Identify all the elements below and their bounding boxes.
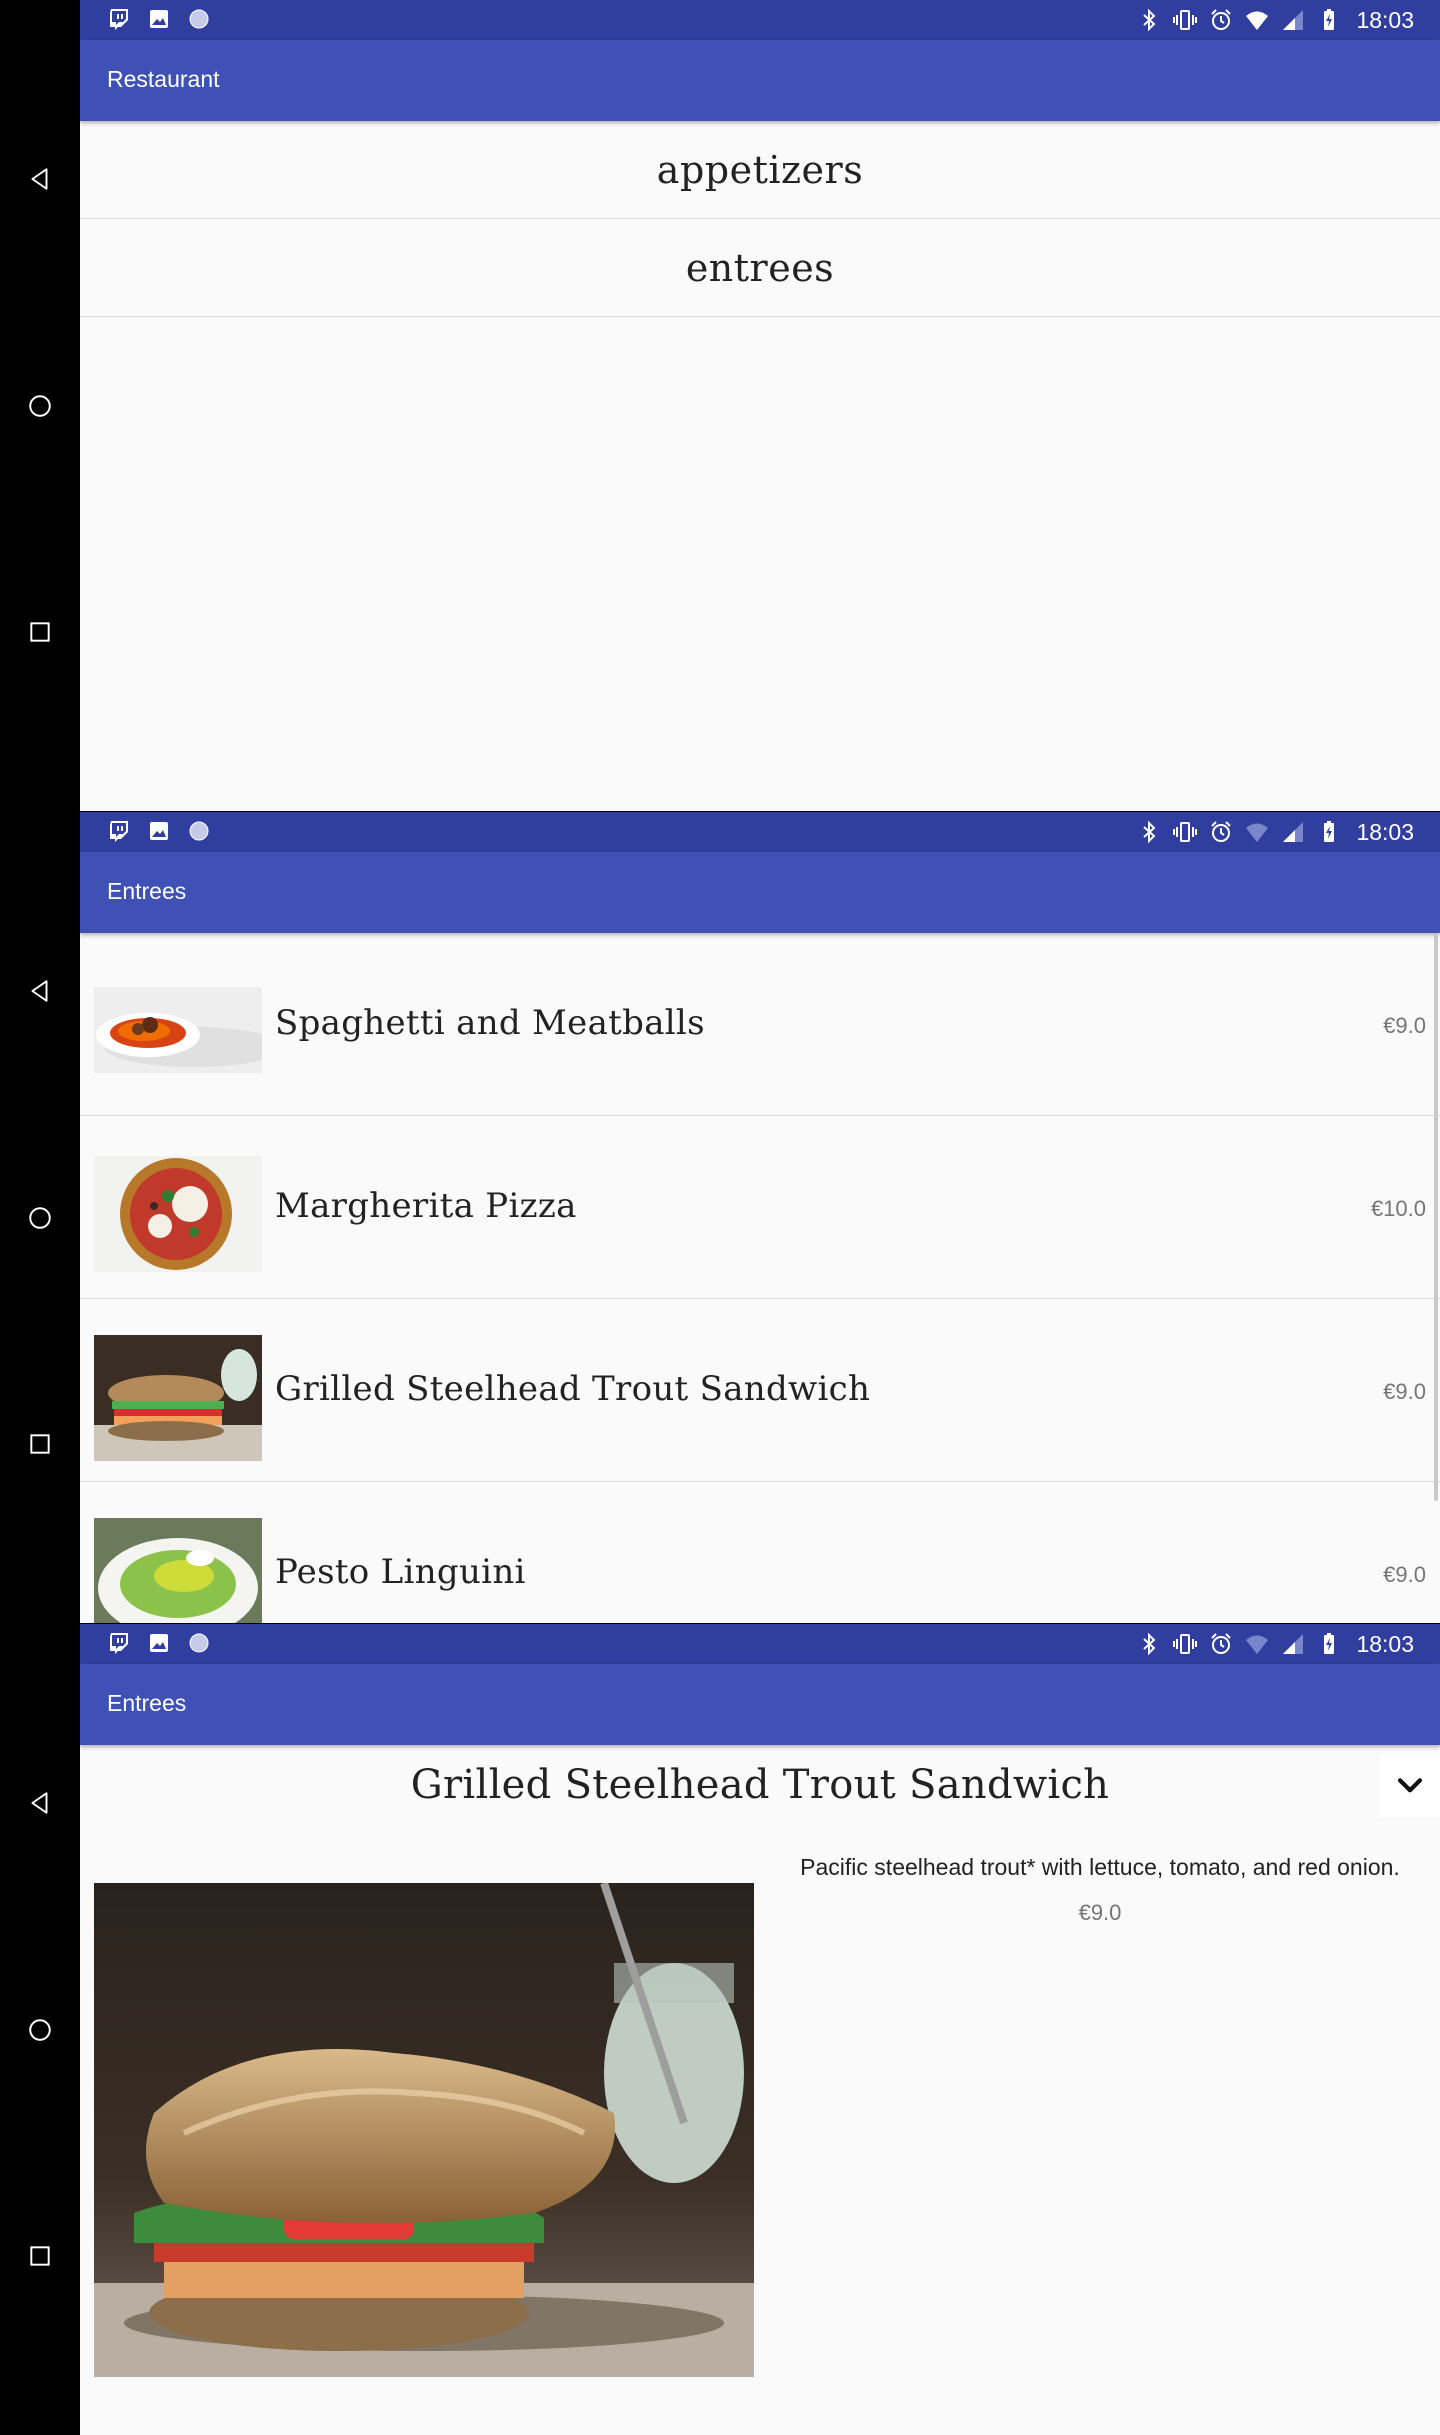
vibrate-icon — [1172, 819, 1198, 845]
menu-item-trout-sandwich[interactable]: Grilled Steelhead Trout Sandwich €9.0 — [80, 1299, 1440, 1482]
back-icon[interactable] — [24, 163, 56, 195]
twitch-icon — [106, 6, 132, 32]
screen-entrees-list: 18:03 Entrees Spaghetti and Meatballs €9… — [0, 812, 1440, 1623]
menu-item-price: €9.0 — [1383, 1013, 1426, 1038]
signal-icon — [1280, 1631, 1306, 1657]
circle-notification-icon — [186, 6, 212, 32]
back-icon[interactable] — [24, 1787, 56, 1819]
signal-icon — [1280, 819, 1306, 845]
app-toolbar: Restaurant — [80, 40, 1440, 121]
twitch-icon — [106, 818, 132, 844]
navigation-bar — [0, 1624, 80, 2435]
wifi-icon — [1244, 1631, 1270, 1657]
menu-item-name: Pesto Linguini — [275, 1552, 526, 1592]
home-icon[interactable] — [24, 1202, 56, 1234]
category-item-entrees[interactable]: entrees — [80, 219, 1440, 317]
app-window: 18:03 Entrees Grilled Steelhead Trout Sa… — [80, 1624, 1440, 2435]
status-time: 18:03 — [1356, 6, 1414, 33]
menu-item-price: €9.0 — [1383, 1379, 1426, 1404]
alarm-icon — [1208, 819, 1234, 845]
bluetooth-icon — [1136, 1631, 1162, 1657]
alarm-icon — [1208, 1631, 1234, 1657]
app-window: 18:03 Entrees Spaghetti and Meatballs €9… — [80, 812, 1440, 1623]
image-notification-icon — [146, 6, 172, 32]
app-toolbar: Entrees — [80, 1664, 1440, 1745]
toolbar-title: Entrees — [107, 878, 187, 904]
vibrate-icon — [1172, 7, 1198, 33]
status-bar: 18:03 — [80, 1624, 1440, 1664]
recents-icon[interactable] — [24, 2240, 56, 2272]
wifi-icon — [1244, 7, 1270, 33]
linguini-image — [94, 1518, 262, 1623]
status-bar: 18:03 — [80, 812, 1440, 852]
item-detail-description: Pacific steelhead trout* with lettuce, t… — [800, 1854, 1400, 1880]
battery-icon — [1316, 7, 1342, 33]
bluetooth-icon — [1136, 819, 1162, 845]
menu-item-list: Spaghetti and Meatballs €9.0 Margherita … — [80, 933, 1440, 1623]
status-time: 18:03 — [1356, 818, 1414, 845]
status-time: 18:03 — [1356, 1630, 1414, 1657]
menu-item-spaghetti[interactable]: Spaghetti and Meatballs €9.0 — [80, 933, 1440, 1116]
home-icon[interactable] — [24, 2014, 56, 2046]
spaghetti-image — [94, 987, 262, 1073]
screen-entree-detail: 18:03 Entrees Grilled Steelhead Trout Sa… — [0, 1624, 1440, 2435]
app-toolbar: Entrees — [80, 852, 1440, 933]
recents-icon[interactable] — [24, 616, 56, 648]
image-notification-icon — [146, 1630, 172, 1656]
app-window: 18:03 Restaurant appetizers entrees — [80, 0, 1440, 811]
toolbar-title: Entrees — [107, 1690, 187, 1716]
menu-item-name: Spaghetti and Meatballs — [275, 1003, 705, 1043]
image-notification-icon — [146, 818, 172, 844]
scrollbar[interactable] — [1434, 933, 1438, 1501]
menu-item-name: Margherita Pizza — [275, 1186, 577, 1226]
chevron-down-icon — [1397, 1778, 1423, 1793]
menu-item-price: €10.0 — [1370, 1196, 1426, 1221]
signal-icon — [1280, 7, 1306, 33]
category-item-appetizers[interactable]: appetizers — [80, 121, 1440, 219]
item-detail-title: Grilled Steelhead Trout Sandwich — [410, 1762, 1110, 1808]
status-bar: 18:03 — [80, 0, 1440, 40]
sandwich-image — [94, 1335, 262, 1461]
battery-icon — [1316, 1631, 1342, 1657]
twitch-icon — [106, 1630, 132, 1656]
vibrate-icon — [1172, 1631, 1198, 1657]
screen-restaurant: 18:03 Restaurant appetizers entrees — [0, 0, 1440, 811]
navigation-bar — [0, 812, 80, 1623]
circle-notification-icon — [186, 1630, 212, 1656]
menu-item-pizza[interactable]: Margherita Pizza €10.0 — [80, 1116, 1440, 1299]
menu-item-price: €9.0 — [1383, 1562, 1426, 1587]
back-icon[interactable] — [24, 975, 56, 1007]
alarm-icon — [1208, 7, 1234, 33]
toolbar-title: Restaurant — [107, 66, 220, 92]
category-list: appetizers entrees — [80, 121, 1440, 317]
home-icon[interactable] — [24, 390, 56, 422]
collapse-button[interactable] — [1380, 1755, 1440, 1817]
item-detail-image — [94, 1883, 754, 2377]
menu-item-name: Grilled Steelhead Trout Sandwich — [275, 1369, 871, 1409]
bluetooth-icon — [1136, 7, 1162, 33]
pizza-image — [94, 1156, 262, 1272]
wifi-icon — [1244, 819, 1270, 845]
navigation-bar — [0, 0, 80, 811]
menu-item-pesto-linguini[interactable]: Pesto Linguini €9.0 — [80, 1482, 1440, 1623]
battery-icon — [1316, 819, 1342, 845]
circle-notification-icon — [186, 818, 212, 844]
item-detail-price: €9.0 — [1078, 1900, 1122, 1925]
recents-icon[interactable] — [24, 1428, 56, 1460]
